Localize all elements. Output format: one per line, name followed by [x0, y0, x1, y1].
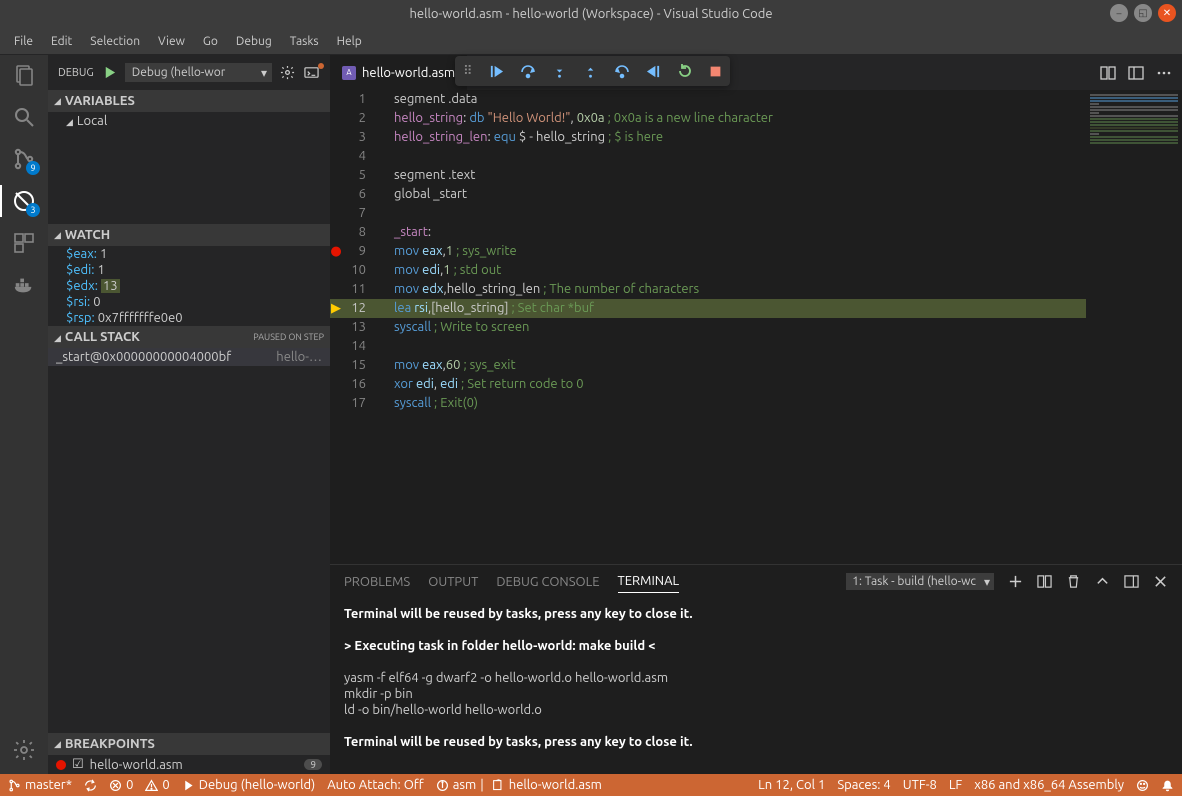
- terminal-new-icon[interactable]: [1008, 574, 1023, 589]
- activity-bar: 9 3: [0, 55, 48, 774]
- minimap[interactable]: [1086, 90, 1182, 564]
- status-encoding[interactable]: UTF-8: [903, 778, 937, 792]
- terminal-select[interactable]: 1: Task - build (hello-wc: [846, 573, 994, 590]
- status-eol[interactable]: LF: [949, 778, 962, 792]
- settings-gear-icon[interactable]: [10, 736, 38, 764]
- watch-row[interactable]: $edx: 13: [48, 278, 330, 294]
- asm-file-icon: A: [342, 66, 356, 80]
- search-icon[interactable]: [10, 103, 38, 131]
- debug-console-icon[interactable]: [303, 65, 320, 80]
- status-branch[interactable]: master*: [8, 778, 72, 792]
- status-bar: master* 0 0 Debug (hello-world) Auto Att…: [0, 774, 1182, 796]
- panel-close-icon[interactable]: [1153, 574, 1168, 589]
- menu-selection[interactable]: Selection: [82, 33, 148, 50]
- status-errors[interactable]: 0: [109, 778, 133, 792]
- watch-row[interactable]: $rsp: 0x7fffffffe0e0: [48, 310, 330, 326]
- terminal-output[interactable]: Terminal will be reused by tasks, press …: [330, 598, 1182, 774]
- terminal-split-icon[interactable]: [1037, 574, 1052, 589]
- debug-step-into-icon[interactable]: [552, 64, 567, 79]
- debug-config-gear-icon[interactable]: [280, 65, 295, 80]
- watch-row[interactable]: $eax: 1: [48, 246, 330, 262]
- watch-row[interactable]: $edi: 1: [48, 262, 330, 278]
- debug-activity-icon[interactable]: 3: [10, 187, 38, 215]
- editor-more-icon[interactable]: [1156, 65, 1172, 81]
- titlebar: hello-world.asm - hello-world (Workspace…: [0, 0, 1182, 28]
- debug-step-over-icon[interactable]: [520, 63, 536, 79]
- start-debug-icon[interactable]: [102, 65, 117, 80]
- panel-tab-debug-console[interactable]: DEBUG CONSOLE: [496, 571, 599, 593]
- variables-section-header[interactable]: ◢VARIABLES: [48, 90, 330, 112]
- status-sync-icon[interactable]: [84, 779, 97, 792]
- debug-toolbar-grip-icon[interactable]: ⠿: [463, 64, 473, 79]
- panel-tab-terminal[interactable]: TERMINAL: [618, 570, 680, 593]
- debug-label: DEBUG: [58, 67, 94, 79]
- breakpoint-checkbox[interactable]: ☑: [72, 757, 84, 772]
- docker-icon[interactable]: [10, 271, 38, 299]
- status-warnings[interactable]: 0: [145, 778, 169, 792]
- status-auto-attach[interactable]: Auto Attach: Off: [327, 778, 424, 792]
- toggle-sidebar-icon[interactable]: [1128, 65, 1144, 81]
- debug-config-select[interactable]: Debug (hello-wor: [125, 63, 272, 82]
- window-close-icon[interactable]: ✕: [1158, 4, 1176, 22]
- panel-toggle-icon[interactable]: [1124, 574, 1139, 589]
- callstack-frame[interactable]: _start@0x00000000004000bfhello-…: [48, 348, 330, 366]
- status-feedback-icon[interactable]: [1136, 779, 1149, 792]
- panel-maximize-icon[interactable]: [1095, 574, 1110, 589]
- breakpoint-row[interactable]: ☑hello-world.asm9: [48, 755, 330, 774]
- debug-reverse-icon[interactable]: [646, 64, 661, 79]
- status-language[interactable]: x86 and x86_64 Assembly: [974, 778, 1124, 792]
- debug-toolbar[interactable]: ⠿: [455, 56, 730, 86]
- status-position[interactable]: Ln 12, Col 1: [758, 778, 825, 792]
- status-spaces[interactable]: Spaces: 4: [837, 778, 890, 792]
- panel-tab-output[interactable]: OUTPUT: [428, 571, 478, 593]
- bottom-panel: PROBLEMS OUTPUT DEBUG CONSOLE TERMINAL 1: T…: [330, 564, 1182, 774]
- menubar: FileEditSelectionViewGoDebugTasksHelp: [0, 28, 1182, 55]
- debug-step-back-icon[interactable]: [614, 63, 630, 79]
- tab-hello-world-asm[interactable]: A hello-world.asm: [330, 55, 468, 90]
- status-debug[interactable]: Debug (hello-world): [182, 778, 315, 792]
- watch-section-header[interactable]: ◢WATCH: [48, 224, 330, 246]
- menu-help[interactable]: Help: [329, 33, 370, 50]
- window-title: hello-world.asm - hello-world (Workspace…: [410, 7, 773, 21]
- debug-continue-icon[interactable]: [489, 64, 504, 79]
- debug-sidebar: DEBUG Debug (hello-wor ◢VARIABLES ◢Local…: [48, 55, 330, 774]
- status-bell-icon[interactable]: [1161, 779, 1174, 792]
- breakpoint-dot-icon: [56, 760, 66, 770]
- scm-icon[interactable]: 9: [10, 145, 38, 173]
- editor-area: A hello-world.asm 1segment .data2 hello_…: [330, 55, 1182, 774]
- scm-badge: 9: [26, 161, 40, 175]
- debug-badge: 3: [26, 203, 40, 217]
- breakpoints-section-header[interactable]: ◢BREAKPOINTS: [48, 733, 330, 755]
- menu-go[interactable]: Go: [195, 33, 226, 50]
- watch-row[interactable]: $rsi: 0: [48, 294, 330, 310]
- code-editor[interactable]: 1segment .data2 hello_string: db "Hello …: [330, 90, 1182, 564]
- variables-local-scope[interactable]: ◢Local: [48, 112, 330, 130]
- window-minimize-icon[interactable]: –: [1110, 4, 1128, 22]
- menu-view[interactable]: View: [150, 33, 193, 50]
- debug-stop-icon[interactable]: [709, 65, 722, 78]
- menu-tasks[interactable]: Tasks: [282, 33, 327, 50]
- split-editor-icon[interactable]: [1100, 65, 1116, 81]
- menu-file[interactable]: File: [6, 33, 41, 50]
- menu-edit[interactable]: Edit: [43, 33, 80, 50]
- extensions-icon[interactable]: [10, 229, 38, 257]
- debug-step-out-icon[interactable]: [583, 64, 598, 79]
- terminal-kill-icon[interactable]: [1066, 574, 1081, 589]
- window-maximize-icon[interactable]: ◱: [1134, 4, 1152, 22]
- callstack-section-header[interactable]: ◢CALL STACK PAUSED ON STEP: [48, 326, 330, 348]
- menu-debug[interactable]: Debug: [228, 33, 280, 50]
- panel-tab-problems[interactable]: PROBLEMS: [344, 571, 410, 593]
- explorer-icon[interactable]: [10, 61, 38, 89]
- debug-restart-icon[interactable]: [677, 63, 693, 79]
- status-lang-zone[interactable]: asm | hello-world.asm: [436, 778, 602, 792]
